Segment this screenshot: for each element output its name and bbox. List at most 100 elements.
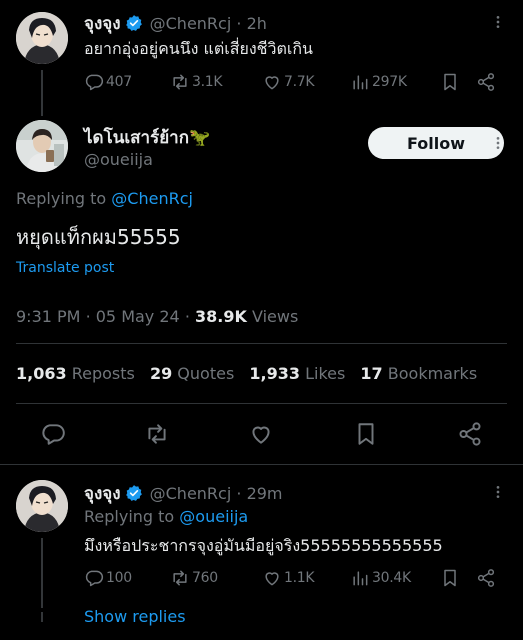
tweet-text: มึงหรือประชากรจุงอู่มันมีอยู่จริง5555555… bbox=[84, 536, 443, 555]
thread-line bbox=[41, 70, 43, 116]
reposts-stat[interactable]: 1,063 Reposts bbox=[16, 364, 135, 383]
bookmarks-label: Bookmarks bbox=[387, 364, 478, 383]
share-icon bbox=[477, 569, 495, 587]
views-label: Views bbox=[251, 307, 299, 326]
quotes-stat[interactable]: 29 Quotes bbox=[150, 364, 234, 383]
follow-button[interactable]: Follow bbox=[368, 127, 504, 159]
divider bbox=[16, 403, 507, 404]
reposts-label: Reposts bbox=[71, 364, 135, 383]
bookmark-button[interactable] bbox=[352, 420, 380, 448]
reply-count: 100 bbox=[106, 570, 132, 586]
likes-label: Likes bbox=[305, 364, 346, 383]
repost-count: 3.1K bbox=[192, 74, 223, 90]
views-button[interactable]: 297K bbox=[350, 72, 407, 92]
likes-count: 1,933 bbox=[249, 364, 300, 383]
handle[interactable]: @ChenRcj bbox=[150, 484, 232, 503]
divider bbox=[16, 343, 507, 344]
bookmark-icon bbox=[358, 423, 374, 445]
reply-button[interactable] bbox=[39, 420, 67, 448]
share-button[interactable] bbox=[456, 420, 484, 448]
show-replies-link[interactable]: Show replies bbox=[84, 607, 186, 626]
action-bar: 100 760 1.1K 30.4K bbox=[84, 567, 504, 589]
thread-line-dot bbox=[41, 612, 43, 622]
like-icon bbox=[252, 426, 270, 444]
handle[interactable]: @ChenRcj bbox=[150, 14, 232, 33]
author-name-row: ไดโนเสาร์ย้าก🦖 bbox=[84, 124, 210, 151]
replying-to: Replying to @oueiija bbox=[84, 507, 248, 526]
like-icon bbox=[265, 76, 279, 90]
repost-button[interactable] bbox=[143, 420, 171, 448]
tweet-meta: 9:31 PM · 05 May 24 · 38.9K Views bbox=[16, 307, 298, 326]
like-count: 7.7K bbox=[284, 74, 315, 90]
reply-icon bbox=[42, 424, 65, 445]
bookmarks-stat[interactable]: 17 Bookmarks bbox=[360, 364, 477, 383]
share-button[interactable] bbox=[476, 72, 496, 92]
avatar[interactable] bbox=[16, 12, 68, 64]
repost-button[interactable]: 760 bbox=[170, 568, 218, 588]
avatar[interactable] bbox=[16, 480, 68, 532]
verified-icon bbox=[125, 14, 143, 32]
bookmark-button[interactable] bbox=[440, 568, 460, 588]
tweet-time[interactable]: 9:31 PM bbox=[16, 307, 80, 326]
views-count: 30.4K bbox=[372, 570, 411, 586]
reply-count: 407 bbox=[106, 74, 132, 90]
like-button[interactable] bbox=[247, 420, 275, 448]
repost-icon bbox=[173, 570, 187, 586]
reply-button[interactable]: 407 bbox=[84, 72, 132, 92]
verified-icon bbox=[125, 484, 143, 502]
like-count: 1.1K bbox=[284, 570, 315, 586]
timestamp[interactable]: 2h bbox=[247, 14, 267, 33]
more-icon[interactable] bbox=[488, 133, 508, 153]
divider bbox=[0, 464, 523, 465]
quotes-count: 29 bbox=[149, 364, 173, 383]
display-name[interactable]: ไดโนเสาร์ย้าก🦖 bbox=[84, 128, 210, 148]
separator: · bbox=[85, 307, 91, 326]
views-icon bbox=[353, 571, 368, 586]
replying-to-handle[interactable]: @oueiija bbox=[179, 507, 248, 526]
separator: · bbox=[184, 307, 190, 326]
more-icon[interactable] bbox=[488, 482, 508, 502]
tweet-header: จุงจุง @ChenRcj · 2h bbox=[84, 10, 267, 37]
share-button[interactable] bbox=[476, 568, 496, 588]
display-name[interactable]: จุงจุง bbox=[84, 14, 121, 34]
reply-icon bbox=[85, 570, 104, 587]
repost-icon bbox=[173, 74, 187, 90]
replying-to-label: Replying to bbox=[16, 189, 107, 208]
views-icon bbox=[353, 75, 368, 90]
separator: · bbox=[236, 14, 242, 33]
engagement-stats: 1,063 Reposts 29 Quotes 1,933 Likes 17 B… bbox=[16, 364, 477, 383]
bookmark-icon bbox=[444, 73, 456, 91]
reposts-count: 1,063 bbox=[16, 364, 67, 383]
more-icon[interactable] bbox=[488, 12, 508, 32]
avatar[interactable] bbox=[16, 120, 68, 172]
tweet-header: จุงจุง @ChenRcj · 29m bbox=[84, 480, 283, 507]
replying-to: Replying to @ChenRcj bbox=[16, 189, 193, 208]
display-name[interactable]: จุงจุง bbox=[84, 484, 121, 504]
share-icon bbox=[477, 73, 495, 91]
timestamp[interactable]: 29m bbox=[247, 484, 283, 503]
views-button[interactable]: 30.4K bbox=[350, 568, 411, 588]
tweet-text: อยากอุ่งอยู่คนนึง แต่เสี่ยงชีวิตเกิน bbox=[84, 39, 313, 58]
like-icon bbox=[265, 572, 279, 586]
translate-link[interactable]: Translate post bbox=[16, 260, 114, 276]
action-bar: 407 3.1K 7.7K 297K bbox=[84, 71, 504, 93]
handle[interactable]: @oueiija bbox=[84, 150, 153, 169]
likes-stat[interactable]: 1,933 Likes bbox=[249, 364, 345, 383]
bookmarks-count: 17 bbox=[360, 364, 383, 383]
bookmark-button[interactable] bbox=[440, 72, 460, 92]
repost-button[interactable]: 3.1K bbox=[170, 72, 223, 92]
bookmark-icon bbox=[444, 569, 456, 587]
tweet-text: หยุดแท็กผม55555 bbox=[16, 225, 181, 249]
replying-to-handle[interactable]: @ChenRcj bbox=[111, 189, 193, 208]
tweet-date[interactable]: 05 May 24 bbox=[96, 307, 180, 326]
repost-count: 760 bbox=[192, 570, 218, 586]
reply-button[interactable]: 100 bbox=[84, 568, 132, 588]
quotes-label: Quotes bbox=[177, 364, 235, 383]
views-count: 297K bbox=[372, 74, 407, 90]
like-button[interactable]: 7.7K bbox=[262, 72, 315, 92]
views-count: 38.9K bbox=[195, 307, 247, 326]
replying-to-label: Replying to bbox=[84, 507, 175, 526]
reply-icon bbox=[85, 74, 104, 91]
separator: · bbox=[236, 484, 242, 503]
like-button[interactable]: 1.1K bbox=[262, 568, 315, 588]
